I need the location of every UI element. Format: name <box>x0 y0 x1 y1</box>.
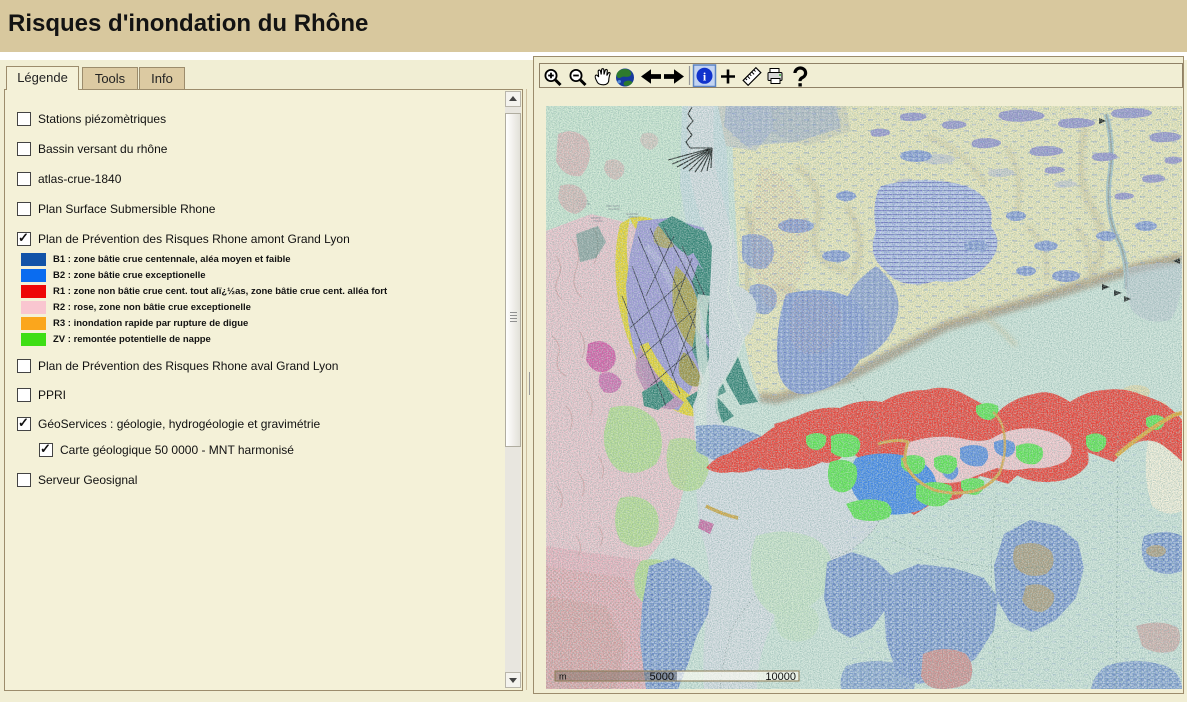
svg-text:5000: 5000 <box>650 671 674 683</box>
svg-text:m: m <box>559 672 567 682</box>
svg-text:10000: 10000 <box>765 671 796 683</box>
